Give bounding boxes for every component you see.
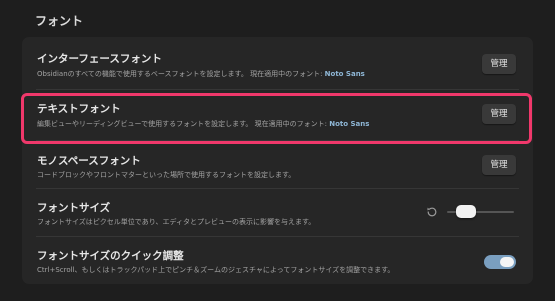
- setting-quick-font-size: フォントサイズのクイック調整 Ctrl+Scroll、もしくはトラックパッド上で…: [22, 237, 533, 284]
- setting-interface-font: インターフェースフォント Obsidianのすべての機能で使用するベースフォント…: [22, 37, 533, 90]
- setting-description: Ctrl+Scroll、もしくはトラックパッド上でピンチ＆ズームのジェスチャによ…: [37, 266, 395, 274]
- setting-description: 編集ビューやリーディングビューで使用するフォントを設定します。 現在適用中のフォ…: [37, 119, 369, 129]
- current-font-value: Noto Sans: [324, 70, 365, 78]
- setting-description: フォントサイズはピクセル単位であり、エディタとプレビューの表示に影響を与えます。: [37, 218, 316, 226]
- font-size-slider-thumb[interactable]: [456, 205, 476, 218]
- setting-description: コードブロックやフロントマターといった場所で使用するフォントを設定します。: [37, 171, 296, 179]
- manage-interface-font-button[interactable]: 管理: [482, 54, 516, 74]
- setting-name: テキストフォント: [37, 103, 121, 115]
- setting-name: フォントサイズのクイック調整: [37, 250, 184, 262]
- manage-monospace-font-button[interactable]: 管理: [482, 155, 516, 175]
- setting-name: フォントサイズ: [37, 202, 111, 214]
- current-font-label: 現在適用中のフォント:: [254, 120, 327, 128]
- setting-description: Obsidianのすべての機能で使用するベースフォントを設定します。 現在適用中…: [37, 69, 365, 79]
- current-font-value: Noto Sans: [329, 120, 370, 128]
- setting-monospace-font: モノスペースフォント コードブロックやフロントマターといった場所で使用するフォン…: [22, 141, 533, 189]
- reset-icon[interactable]: [426, 206, 438, 218]
- manage-text-font-button[interactable]: 管理: [482, 104, 516, 124]
- settings-page: フォント インターフェースフォント Obsidianのすべての機能で使用するベー…: [0, 0, 555, 301]
- font-settings-group: インターフェースフォント Obsidianのすべての機能で使用するベースフォント…: [22, 37, 533, 284]
- description-text: 編集ビューやリーディングビューで使用するフォントを設定します。: [37, 120, 253, 128]
- setting-text-font: テキストフォント 編集ビューやリーディングビューで使用するフォントを設定します。…: [22, 90, 533, 141]
- section-title: フォント: [35, 14, 84, 28]
- toggle-knob: [500, 257, 514, 267]
- description-text: Obsidianのすべての機能で使用するベースフォントを設定します。: [37, 70, 248, 78]
- current-font-label: 現在適用中のフォント:: [250, 70, 323, 78]
- quick-font-size-toggle[interactable]: [484, 255, 516, 269]
- setting-name: インターフェースフォント: [37, 53, 162, 65]
- setting-name: モノスペースフォント: [37, 155, 141, 167]
